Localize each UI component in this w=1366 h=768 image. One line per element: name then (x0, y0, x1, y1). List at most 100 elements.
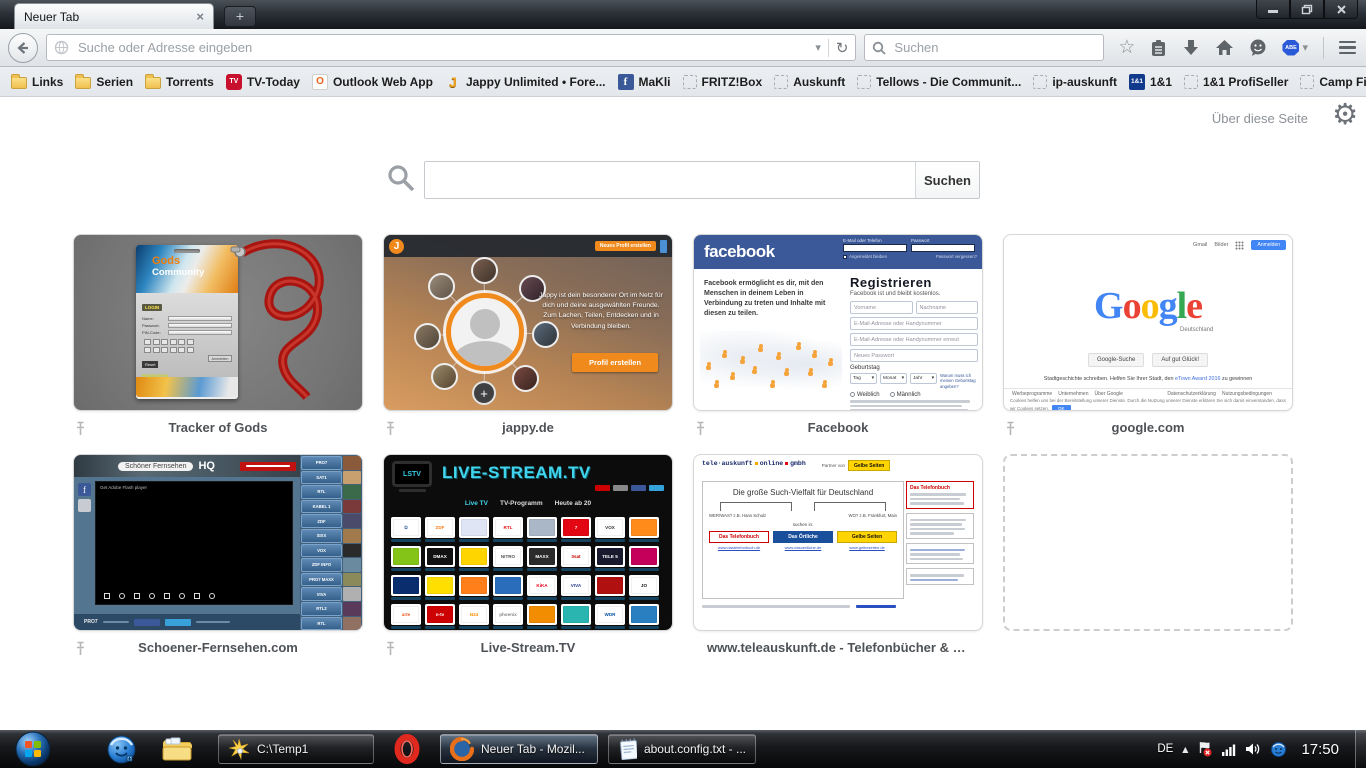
bookmark-item[interactable]: ip-auskunft (1027, 72, 1123, 92)
tile-title[interactable]: Facebook (693, 420, 983, 435)
tile-thumbnail[interactable]: tele·auskunft online gmbh Partner von Ge… (693, 454, 983, 631)
pin-icon[interactable] (1005, 421, 1016, 436)
pin-icon[interactable] (695, 421, 706, 436)
start-button[interactable] (14, 730, 52, 768)
adblock-edge-button[interactable]: ABE ▾ (1282, 40, 1308, 56)
volume-icon[interactable] (1245, 742, 1261, 756)
tile-thumbnail[interactable]: LSTV LIVE-STREAM.TV Live TV TV-Programm … (383, 454, 673, 631)
map-person-figure (822, 383, 827, 388)
opera-icon[interactable] (390, 732, 424, 766)
channel-logo-box (561, 604, 591, 625)
tile-thumbnail[interactable]: Gmail Bilder Anmelden Google Deutschland… (1003, 234, 1293, 411)
bookmark-star-icon[interactable]: ☆ (1118, 38, 1135, 57)
hidden-icons-caret[interactable]: ▲ (1182, 745, 1188, 754)
search-bar[interactable] (864, 34, 1104, 61)
tile-caption: google.com (1003, 420, 1293, 438)
restore-button[interactable] (1290, 0, 1324, 19)
tile-title[interactable]: jappy.de (383, 420, 673, 435)
google-logo: Google (1004, 287, 1292, 325)
tile-title[interactable]: www.teleauskunft.de - Telefonbücher & lo… (693, 640, 983, 655)
reload-icon[interactable]: ↻ (836, 39, 849, 57)
avatar (512, 365, 539, 392)
taskbar-button-notepad[interactable]: about.config.txt - ... (608, 734, 756, 764)
tile-title[interactable]: Tracker of Gods (73, 420, 363, 435)
bookmark-item[interactable]: 1&11&1 (1123, 71, 1178, 93)
back-button[interactable] (8, 33, 38, 63)
network-signal-icon[interactable] (1222, 743, 1236, 756)
gear-icon[interactable]: ⚙ (1332, 100, 1358, 129)
empty-tile[interactable] (1003, 454, 1293, 631)
downloads-icon[interactable] (1182, 39, 1200, 56)
bookmark-item[interactable]: Auskunft (768, 72, 851, 92)
bookmark-item[interactable]: FRITZ!Box (677, 72, 769, 92)
tab-neuer-tab[interactable]: Neuer Tab × (14, 3, 214, 29)
channel-tile (629, 546, 659, 571)
tile-thumbnail[interactable]: J Neues Profil erstellen (383, 234, 673, 411)
channel-tile (459, 546, 489, 571)
feedback-smiley-icon[interactable] (1249, 39, 1267, 56)
language-indicator[interactable]: DE (1157, 743, 1173, 755)
bookmark-item[interactable]: JJappy Unlimited • Fore... (439, 71, 612, 93)
taskbar-button-temp1[interactable]: C:\Temp1 (218, 734, 374, 764)
tile-title[interactable]: Schoener-Fernsehen.com (73, 640, 363, 655)
sf-header: Schöner Fernsehen HQ (74, 455, 300, 477)
menu-button[interactable] (1339, 41, 1356, 55)
close-button[interactable] (1324, 0, 1358, 19)
bookmark-item[interactable]: Camp Firefox (1294, 72, 1366, 92)
minimize-button[interactable] (1256, 0, 1290, 19)
about-page-link[interactable]: Über diese Seite (1212, 111, 1308, 126)
url-dropdown-icon[interactable]: ▾ (815, 41, 821, 54)
footer-link: Nutzungsbedingungen (1222, 391, 1272, 397)
channel-row: RTL (301, 485, 361, 499)
bookmarks-menu-icon[interactable] (1150, 39, 1167, 57)
show-desktop-button[interactable] (1355, 730, 1366, 768)
newtab-search-button[interactable]: Suchen (915, 162, 979, 198)
home-icon[interactable] (1215, 39, 1234, 56)
channel-row: PRO7 MAXX (301, 573, 361, 587)
channel-caption (629, 568, 659, 571)
notepad-icon (618, 737, 637, 761)
search-input[interactable] (892, 39, 1096, 56)
bookmark-item[interactable]: Links (5, 71, 69, 92)
tile-thumbnail[interactable]: facebook E-Mail oder Telefon Passwort An… (693, 234, 983, 411)
tile-thumbnail[interactable]: Schöner Fernsehen HQ f Get Adobe Flash p… (73, 454, 363, 631)
blue-smiley-tray-icon[interactable] (1270, 741, 1287, 758)
blue-smiley-app-icon[interactable] (104, 732, 138, 766)
clock[interactable]: 17:50 (1301, 741, 1339, 758)
globe-icon (54, 40, 69, 55)
pin-icon[interactable] (385, 421, 396, 436)
bookmark-item[interactable]: Tellows - Die Communit... (851, 72, 1027, 92)
action-center-flag-icon[interactable] (1197, 741, 1213, 757)
channel-caption (391, 539, 421, 542)
tile-thumbnail[interactable]: Gods Community LOGIN Name: Passwort: PIN… (73, 234, 363, 411)
bookmark-item[interactable]: Serien (69, 71, 139, 92)
channel-tile (459, 575, 489, 600)
tile-title[interactable]: google.com (1003, 420, 1293, 435)
bookmark-label: FRITZ!Box (702, 75, 763, 89)
channel-logo: 3sat (563, 548, 589, 565)
url-input[interactable] (76, 39, 808, 56)
pin-icon[interactable] (75, 421, 86, 436)
channel-tile: DMAX (425, 546, 455, 571)
channel-caption (527, 597, 557, 600)
bookmark-item[interactable]: fMaKli (612, 71, 677, 93)
taskbar-button-firefox[interactable]: Neuer Tab - Mozil... (440, 734, 598, 764)
tile-title[interactable]: Live-Stream.TV (383, 640, 673, 655)
url-bar[interactable]: ▾ ↻ (46, 34, 856, 61)
google-search-button: Google-Suche (1088, 353, 1144, 367)
bookmark-item[interactable]: TVTV-Today (220, 71, 306, 93)
windows-explorer-icon[interactable] (160, 732, 194, 766)
ta-buttons: Das Telefonbuch Das Örtliche Gelbe Seite… (709, 531, 897, 543)
page-search-icon (386, 163, 416, 193)
bookmark-item[interactable]: Torrents (139, 71, 220, 92)
channel-row: KABEL 1 (301, 500, 361, 514)
tab-close-icon[interactable]: × (196, 10, 204, 23)
channel-tile: ZDF (425, 517, 455, 542)
new-tab-button[interactable]: + (224, 6, 256, 27)
bookmark-item[interactable]: OOutlook Web App (306, 71, 439, 93)
map-person-figure (722, 353, 727, 358)
newtab-search-input[interactable] (425, 162, 915, 198)
pin-icon[interactable] (385, 641, 396, 656)
bookmark-item[interactable]: 1&1 ProfiSeller (1178, 72, 1294, 92)
pin-icon[interactable] (75, 641, 86, 656)
